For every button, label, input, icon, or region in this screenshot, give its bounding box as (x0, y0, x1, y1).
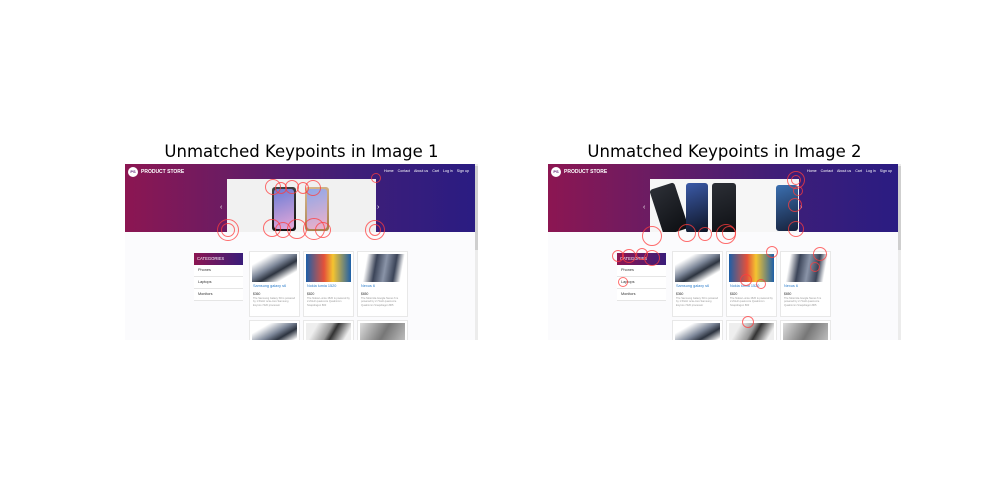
keypoint-marker (221, 223, 235, 237)
keypoint-marker (766, 246, 778, 258)
keypoint-marker (788, 221, 804, 237)
product-image[interactable] (360, 323, 405, 340)
scrollbar-thumb[interactable] (475, 166, 478, 250)
chevron-right-icon[interactable]: › (377, 204, 379, 211)
main-content: CATEGORIES Phones Laptops Monitors Samsu… (125, 232, 475, 340)
product-card (780, 320, 831, 340)
category-laptops[interactable]: Laptops (194, 277, 243, 289)
product-image[interactable] (675, 254, 720, 282)
chevron-left-icon[interactable]: ‹ (643, 204, 645, 211)
keypoint-marker (740, 274, 752, 286)
keypoint-marker (788, 198, 802, 212)
keypoint-marker (722, 226, 736, 240)
panel-title: Unmatched Keypoints in Image 1 (164, 142, 439, 161)
product-image[interactable] (306, 254, 351, 282)
product-name-link[interactable]: Nexus 6 (784, 284, 798, 288)
scrollbar-thumb[interactable] (898, 166, 901, 250)
keypoint-marker (678, 224, 696, 242)
product-description: The Samsung Galaxy S6 is powered by 1.5G… (253, 297, 296, 307)
product-image[interactable] (306, 323, 351, 340)
nav-log-in[interactable]: Log in (866, 169, 876, 173)
product-price: $820 (730, 292, 738, 296)
product-image[interactable] (360, 254, 405, 282)
product-description: The Samsung Galaxy S6 is powered by 1.5G… (676, 297, 719, 307)
product-price: $360 (676, 292, 684, 296)
keypoint-marker (698, 227, 712, 241)
chevron-left-icon[interactable]: ‹ (220, 204, 222, 211)
product-card (357, 320, 408, 340)
categories-header[interactable]: CATEGORIES (194, 253, 243, 265)
category-monitors[interactable]: Monitors (194, 289, 243, 301)
categories-list: CATEGORIES Phones Laptops Monitors (194, 253, 243, 301)
product-name-link[interactable]: Nexus 6 (361, 284, 375, 288)
product-card: Nokia lumia 1520 $820 The Nokia Lumia 15… (303, 251, 354, 317)
category-monitors[interactable]: Monitors (617, 289, 666, 301)
keypoint-marker (315, 222, 331, 238)
keypoint-marker (618, 277, 628, 287)
product-image[interactable] (675, 323, 720, 340)
product-name-link[interactable]: Nokia lumia 1520 (307, 284, 336, 288)
top-nav: Home Contact About us Cart Log in Sign u… (807, 169, 892, 173)
product-price: $820 (307, 292, 315, 296)
nav-contact[interactable]: Contact (821, 169, 833, 173)
product-price: $650 (361, 292, 369, 296)
panel-title: Unmatched Keypoints in Image 2 (587, 142, 862, 161)
keypoint-marker (644, 250, 660, 266)
keypoint-marker (642, 226, 662, 246)
nav-home[interactable]: Home (807, 169, 817, 173)
category-phones[interactable]: Phones (617, 265, 666, 277)
keypoint-marker (810, 262, 820, 272)
product-card: Nexus 6 $650 The Motorola Google Nexus 6… (780, 251, 831, 317)
brand-name[interactable]: PRODUCT STORE (141, 169, 184, 175)
nav-cart[interactable]: Cart (855, 169, 862, 173)
keypoint-marker (305, 180, 321, 196)
product-card (303, 320, 354, 340)
store-logo[interactable]: PS (128, 167, 138, 177)
keypoint-marker (369, 224, 381, 236)
product-image[interactable] (252, 323, 297, 340)
nav-cart[interactable]: Cart (432, 169, 439, 173)
product-name-link[interactable]: Samsung galaxy s6 (253, 284, 286, 288)
nav-about-us[interactable]: About us (414, 169, 428, 173)
product-card: Samsung galaxy s6 $360 The Samsung Galax… (249, 251, 300, 317)
keypoint-marker (791, 175, 801, 185)
product-name-link[interactable]: Samsung galaxy s6 (676, 284, 709, 288)
store-screenshot: PS PRODUCT STORE Home Contact About us C… (125, 164, 478, 340)
nav-about-us[interactable]: About us (837, 169, 851, 173)
nav-log-in[interactable]: Log in (443, 169, 453, 173)
main-content: CATEGORIES Phones Laptops Monitors Samsu… (548, 232, 898, 340)
product-card: Samsung galaxy s6 $360 The Samsung Galax… (672, 251, 723, 317)
keypoint-marker (813, 247, 827, 261)
product-card: Nexus 6 $650 The Motorola Google Nexus 6… (357, 251, 408, 317)
keypoint-marker (622, 249, 636, 263)
top-nav: Home Contact About us Cart Log in Sign u… (384, 169, 469, 173)
product-card (249, 320, 300, 340)
product-price: $360 (253, 292, 261, 296)
keypoint-marker (371, 173, 381, 183)
nav-sign-up[interactable]: Sign up (880, 169, 892, 173)
product-card: Nokia lumia 1520 $820 The Nokia Lumia 15… (726, 251, 777, 317)
product-description: The Nokia Lumia 1520 is powered by 2.2GH… (730, 297, 773, 307)
product-description: The Nokia Lumia 1520 is powered by 2.2GH… (307, 297, 350, 307)
keypoint-marker (742, 316, 754, 328)
product-card (672, 320, 723, 340)
product-image[interactable] (783, 323, 828, 340)
keypoint-marker (793, 186, 803, 196)
product-description: The Motorola Google Nexus 6 is powered b… (361, 297, 399, 307)
nav-home[interactable]: Home (384, 169, 394, 173)
nav-sign-up[interactable]: Sign up (457, 169, 469, 173)
store-screenshot: PS PRODUCT STORE Home Contact About us C… (548, 164, 901, 340)
nav-contact[interactable]: Contact (398, 169, 410, 173)
product-price: $650 (784, 292, 792, 296)
brand-name[interactable]: PRODUCT STORE (564, 169, 607, 175)
product-image[interactable] (252, 254, 297, 282)
store-logo[interactable]: PS (551, 167, 561, 177)
category-phones[interactable]: Phones (194, 265, 243, 277)
keypoint-marker (756, 279, 766, 289)
product-description: The Motorola Google Nexus 6 is powered b… (784, 297, 822, 307)
